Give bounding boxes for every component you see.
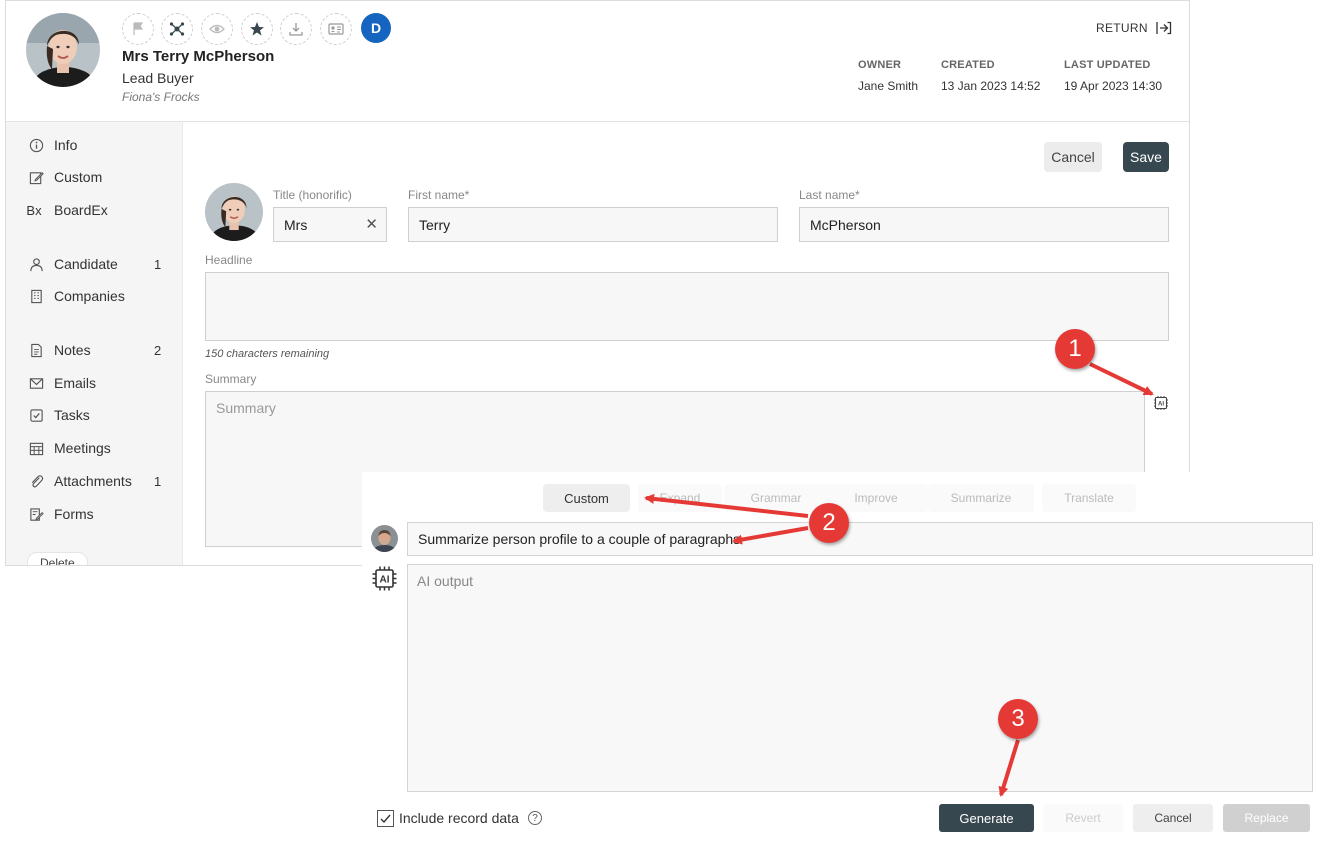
- info-icon: [28, 137, 44, 153]
- sidebar-item-label: Info: [54, 137, 78, 153]
- contact-company[interactable]: Fiona's Frocks: [122, 90, 200, 104]
- tab-custom[interactable]: Custom: [543, 484, 630, 512]
- contact-name: Mrs Terry McPherson: [122, 48, 275, 65]
- help-icon[interactable]: ?: [528, 811, 542, 825]
- include-record-checkbox[interactable]: [377, 810, 394, 827]
- tab-expand[interactable]: Expand: [638, 484, 722, 512]
- network-icon[interactable]: [161, 13, 193, 45]
- eye-icon[interactable]: [201, 13, 233, 45]
- owner-badge[interactable]: D: [361, 13, 391, 43]
- contact-avatar: [26, 13, 100, 87]
- ai-cancel-button[interactable]: Cancel: [1133, 804, 1213, 832]
- last-name-field[interactable]: McPherson: [799, 207, 1169, 242]
- sidebar-item-label: Meetings: [54, 440, 111, 456]
- headline-label: Headline: [205, 253, 253, 267]
- candidate-count: 1: [154, 256, 162, 272]
- revert-button[interactable]: Revert: [1043, 804, 1123, 832]
- contact-role: Lead Buyer: [122, 70, 194, 86]
- callout-1: 1: [1055, 329, 1095, 369]
- sidebar-item-notes[interactable]: Notes 2: [6, 337, 183, 363]
- headline-char-count: 150 characters remaining: [205, 348, 330, 360]
- attachments-count: 1: [154, 473, 162, 489]
- save-button[interactable]: Save: [1123, 142, 1169, 172]
- clear-icon[interactable]: ✕: [365, 215, 378, 233]
- calendar-icon: [28, 440, 44, 456]
- return-label: RETURN: [1096, 21, 1148, 35]
- sidebar-item-tasks[interactable]: Tasks: [6, 402, 183, 428]
- prompt-input[interactable]: Summarize person profile to a couple of …: [407, 522, 1313, 556]
- contact-header: D Mrs Terry McPherson Lead Buyer Fiona's…: [6, 1, 1189, 122]
- boardex-icon: Bx: [26, 202, 42, 218]
- sidebar-item-label: Attachments: [54, 473, 132, 489]
- updated-value: 19 Apr 2023 14:30: [1064, 79, 1163, 93]
- flag-icon[interactable]: [122, 13, 154, 45]
- owner-value: Jane Smith: [858, 79, 919, 93]
- sidebar-item-attachments[interactable]: Attachments 1: [6, 468, 183, 494]
- svg-text:AI: AI: [1158, 402, 1164, 408]
- note-icon: [28, 342, 44, 358]
- form-avatar[interactable]: [205, 183, 263, 241]
- tab-grammar[interactable]: Grammar: [724, 484, 828, 512]
- exit-icon: [1156, 21, 1171, 35]
- sidebar-item-label: BoardEx: [54, 202, 108, 218]
- sidebar-item-custom[interactable]: Custom: [6, 164, 183, 190]
- building-icon: [28, 288, 44, 304]
- callout-3: 3: [998, 699, 1038, 739]
- first-name-field[interactable]: Terry: [408, 207, 778, 242]
- sidebar-item-candidate[interactable]: Candidate 1: [6, 251, 183, 277]
- sidebar-item-companies[interactable]: Companies: [6, 283, 183, 309]
- updated-label: LAST UPDATED: [1064, 59, 1151, 71]
- created-label: CREATED: [941, 59, 995, 71]
- owner-label: OWNER: [858, 59, 902, 71]
- sidebar-item-label: Custom: [54, 169, 103, 185]
- tab-summarize[interactable]: Summarize: [928, 484, 1034, 512]
- return-link[interactable]: RETURN: [1096, 21, 1172, 35]
- svg-text:AI: AI: [380, 575, 390, 586]
- edit-icon: [28, 169, 44, 185]
- person-icon: [28, 256, 44, 272]
- headline-field[interactable]: [205, 272, 1169, 341]
- replace-button[interactable]: Replace: [1223, 804, 1310, 832]
- user-avatar: [371, 525, 398, 552]
- sidebar-item-label: Candidate: [54, 256, 118, 272]
- notes-count: 2: [154, 342, 162, 358]
- sidebar-item-label: Forms: [54, 506, 94, 522]
- envelope-icon: [28, 375, 44, 391]
- first-name-label: First name*: [408, 188, 470, 202]
- sidebar-item-forms[interactable]: Forms: [6, 501, 183, 527]
- download-icon[interactable]: [280, 13, 312, 45]
- id-card-icon[interactable]: [320, 13, 352, 45]
- sidebar-item-label: Tasks: [54, 407, 90, 423]
- created-value: 13 Jan 2023 14:52: [941, 79, 1041, 93]
- delete-button[interactable]: Delete: [27, 552, 88, 565]
- sidebar-item-boardex[interactable]: Bx BoardEx: [6, 197, 183, 223]
- paperclip-icon: [28, 473, 44, 489]
- callout-2: 2: [809, 503, 849, 543]
- sidebar-item-info[interactable]: Info: [6, 132, 183, 158]
- generate-button[interactable]: Generate: [939, 804, 1034, 832]
- cancel-button[interactable]: Cancel: [1044, 142, 1102, 172]
- star-icon[interactable]: [241, 13, 273, 45]
- form-icon: [28, 506, 44, 522]
- tab-translate[interactable]: Translate: [1042, 484, 1136, 512]
- ai-chip-icon: AI: [371, 565, 398, 592]
- checkbox-icon: [28, 407, 44, 423]
- sidebar-item-meetings[interactable]: Meetings: [6, 435, 183, 461]
- ai-assist-icon[interactable]: AI: [1153, 395, 1169, 411]
- title-label: Title (honorific): [273, 188, 352, 202]
- last-name-label: Last name*: [799, 188, 860, 202]
- check-icon: [380, 814, 391, 824]
- ai-output-field[interactable]: AI output: [407, 564, 1313, 792]
- sidebar-item-emails[interactable]: Emails: [6, 370, 183, 396]
- sidebar-item-label: Notes: [54, 342, 91, 358]
- include-record-label[interactable]: Include record data: [399, 810, 519, 826]
- summary-label: Summary: [205, 372, 257, 386]
- sidebar-item-label: Companies: [54, 288, 125, 304]
- title-value: Mrs: [284, 216, 308, 233]
- sidebar: Info Custom Bx BoardEx Candidate 1 Compa…: [6, 122, 183, 565]
- sidebar-item-label: Emails: [54, 375, 97, 391]
- title-field[interactable]: Mrs ✕: [273, 207, 387, 242]
